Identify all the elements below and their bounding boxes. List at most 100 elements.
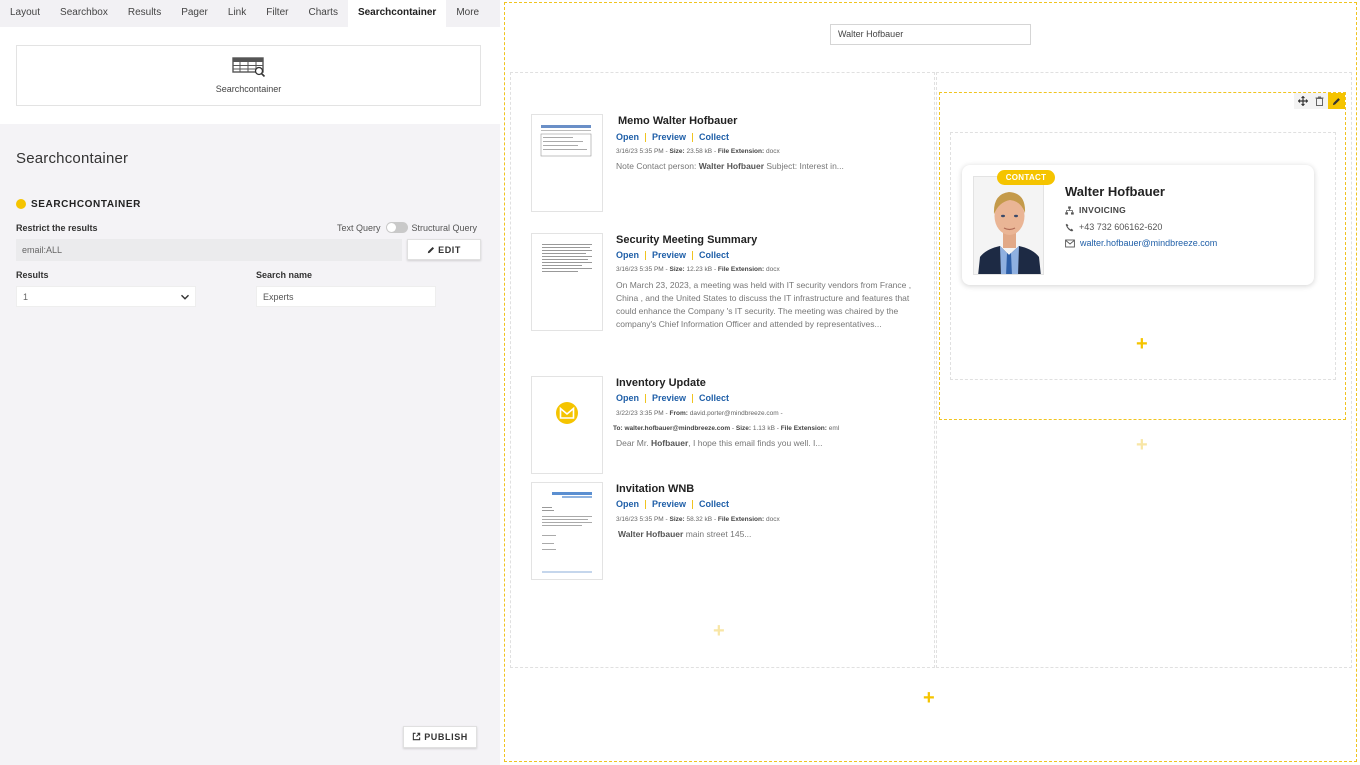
- tab-charts[interactable]: Charts: [298, 0, 347, 27]
- chevron-down-icon: [181, 294, 189, 300]
- separator: [645, 499, 647, 509]
- share-icon: [412, 732, 421, 741]
- separator: [692, 250, 694, 260]
- editor-panel: Layout Searchbox Results Pager Link Filt…: [0, 0, 500, 765]
- contact-email[interactable]: walter.hofbauer@mindbreeze.com: [1065, 238, 1217, 248]
- collect-link[interactable]: Collect: [699, 250, 729, 260]
- result-title[interactable]: Invitation WNB: [616, 483, 694, 495]
- result-thumbnail[interactable]: [531, 233, 603, 331]
- edit-button[interactable]: EDIT: [407, 239, 481, 260]
- tab-pager[interactable]: Pager: [171, 0, 218, 27]
- result-actions: Open Preview Collect: [616, 250, 729, 260]
- result-thumbnail[interactable]: [531, 376, 603, 474]
- tab-layout[interactable]: Layout: [0, 0, 50, 27]
- result-thumbnail[interactable]: [531, 482, 603, 580]
- pencil-icon: [1332, 97, 1340, 105]
- edit-label: EDIT: [438, 245, 461, 255]
- move-button[interactable]: [1294, 93, 1311, 109]
- contact-department: INVOICING: [1065, 205, 1126, 215]
- separator: [692, 393, 694, 403]
- tab-filter[interactable]: Filter: [256, 0, 298, 27]
- result-actions: Open Preview Collect: [616, 132, 729, 142]
- phone-icon: [1065, 223, 1074, 231]
- preview-link[interactable]: Preview: [652, 132, 686, 142]
- contact-badge: CONTACT: [997, 170, 1055, 185]
- tab-link[interactable]: Link: [218, 0, 256, 27]
- open-link[interactable]: Open: [616, 499, 639, 509]
- tab-bar: Layout Searchbox Results Pager Link Filt…: [0, 0, 500, 27]
- delete-button[interactable]: [1311, 93, 1328, 109]
- preview-link[interactable]: Preview: [652, 250, 686, 260]
- table-search-icon: [232, 57, 266, 77]
- result-meta: 3/22/23 3:35 PM - From: david.porter@min…: [616, 410, 783, 417]
- result-meta: To: walter.hofbauer@mindbreeze.com - Siz…: [613, 425, 840, 432]
- email-icon: [556, 402, 578, 424]
- tab-more[interactable]: More: [446, 0, 489, 27]
- document-preview-icon: [540, 125, 592, 157]
- open-link[interactable]: Open: [616, 250, 639, 260]
- open-link[interactable]: Open: [616, 132, 639, 142]
- result-snippet: Note Contact person: Walter Hofbauer Sub…: [616, 161, 844, 171]
- envelope-icon: [1065, 239, 1075, 247]
- result-title[interactable]: Security Meeting Summary: [616, 234, 757, 246]
- pencil-icon: [427, 246, 435, 254]
- separator: [692, 499, 694, 509]
- org-chart-icon: [1065, 205, 1074, 215]
- separator: [645, 250, 647, 260]
- add-widget-plus[interactable]: +: [1136, 334, 1148, 354]
- preview-link[interactable]: Preview: [652, 499, 686, 509]
- search-input[interactable]: Walter Hofbauer: [830, 24, 1031, 45]
- searchcontainer-widget[interactable]: Searchcontainer: [16, 45, 481, 106]
- result-meta: 3/16/23 5:35 PM - Size: 12.23 kB - File …: [616, 266, 780, 273]
- widget-palette: Searchcontainer: [0, 27, 500, 124]
- result-title[interactable]: Memo Walter Hofbauer: [618, 115, 737, 127]
- trash-icon: [1315, 96, 1324, 106]
- contact-name[interactable]: Walter Hofbauer: [1065, 184, 1165, 199]
- move-icon: [1297, 96, 1308, 106]
- contact-photo: [973, 176, 1044, 275]
- result-snippet: Dear Mr. Hofbauer, I hope this email fin…: [616, 438, 823, 448]
- result-snippet: Walter Hofbauer main street 145...: [618, 529, 752, 539]
- tab-searchbox[interactable]: Searchbox: [50, 0, 118, 27]
- restrict-label: Restrict the results: [16, 223, 98, 233]
- query-field[interactable]: email:ALL: [16, 239, 402, 261]
- results-label: Results: [16, 270, 49, 280]
- add-widget-plus[interactable]: +: [1136, 435, 1148, 455]
- contact-phone: +43 732 606162-620: [1065, 222, 1162, 232]
- result-thumbnail[interactable]: [531, 114, 603, 212]
- result-meta: 3/16/23 5:35 PM - Size: 23.58 kB - File …: [616, 148, 780, 155]
- separator: [692, 132, 694, 142]
- result-title[interactable]: Inventory Update: [616, 377, 706, 389]
- structural-query-label: Structural Query: [411, 222, 478, 233]
- preview-link[interactable]: Preview: [652, 393, 686, 403]
- result-snippet: On March 23, 2023, a meeting was held wi…: [616, 280, 912, 329]
- search-name-label: Search name: [256, 270, 313, 280]
- result-actions: Open Preview Collect: [616, 499, 729, 509]
- result-meta: 3/16/23 5:35 PM - Size: 58.32 kB - File …: [616, 516, 780, 523]
- container-toolbar: [1294, 93, 1346, 109]
- publish-label: PUBLISH: [424, 732, 468, 742]
- query-mode-toggle-group: Text Query Structural Query: [337, 222, 477, 233]
- search-name-input[interactable]: Experts: [256, 286, 436, 307]
- section-heading: SEARCHCONTAINER: [31, 199, 141, 210]
- widget-label: Searchcontainer: [215, 84, 282, 94]
- panel-title: Searchcontainer: [16, 150, 129, 167]
- results-select[interactable]: 1: [16, 286, 196, 307]
- add-widget-plus[interactable]: +: [713, 621, 725, 641]
- collect-link[interactable]: Collect: [699, 132, 729, 142]
- person-photo-icon: [974, 177, 1043, 274]
- collect-link[interactable]: Collect: [699, 499, 729, 509]
- query-mode-toggle[interactable]: [385, 222, 408, 233]
- document-preview-icon: [542, 244, 592, 272]
- add-widget-plus[interactable]: +: [923, 688, 935, 708]
- edit-container-button[interactable]: [1328, 93, 1345, 109]
- open-link[interactable]: Open: [616, 393, 639, 403]
- collect-link[interactable]: Collect: [699, 393, 729, 403]
- tab-results[interactable]: Results: [118, 0, 171, 27]
- tab-searchcontainer[interactable]: Searchcontainer: [347, 0, 447, 27]
- text-query-label: Text Query: [337, 222, 381, 233]
- separator: [645, 132, 647, 142]
- status-dot: [16, 199, 26, 209]
- result-actions: Open Preview Collect: [616, 393, 729, 403]
- publish-button[interactable]: PUBLISH: [403, 726, 477, 748]
